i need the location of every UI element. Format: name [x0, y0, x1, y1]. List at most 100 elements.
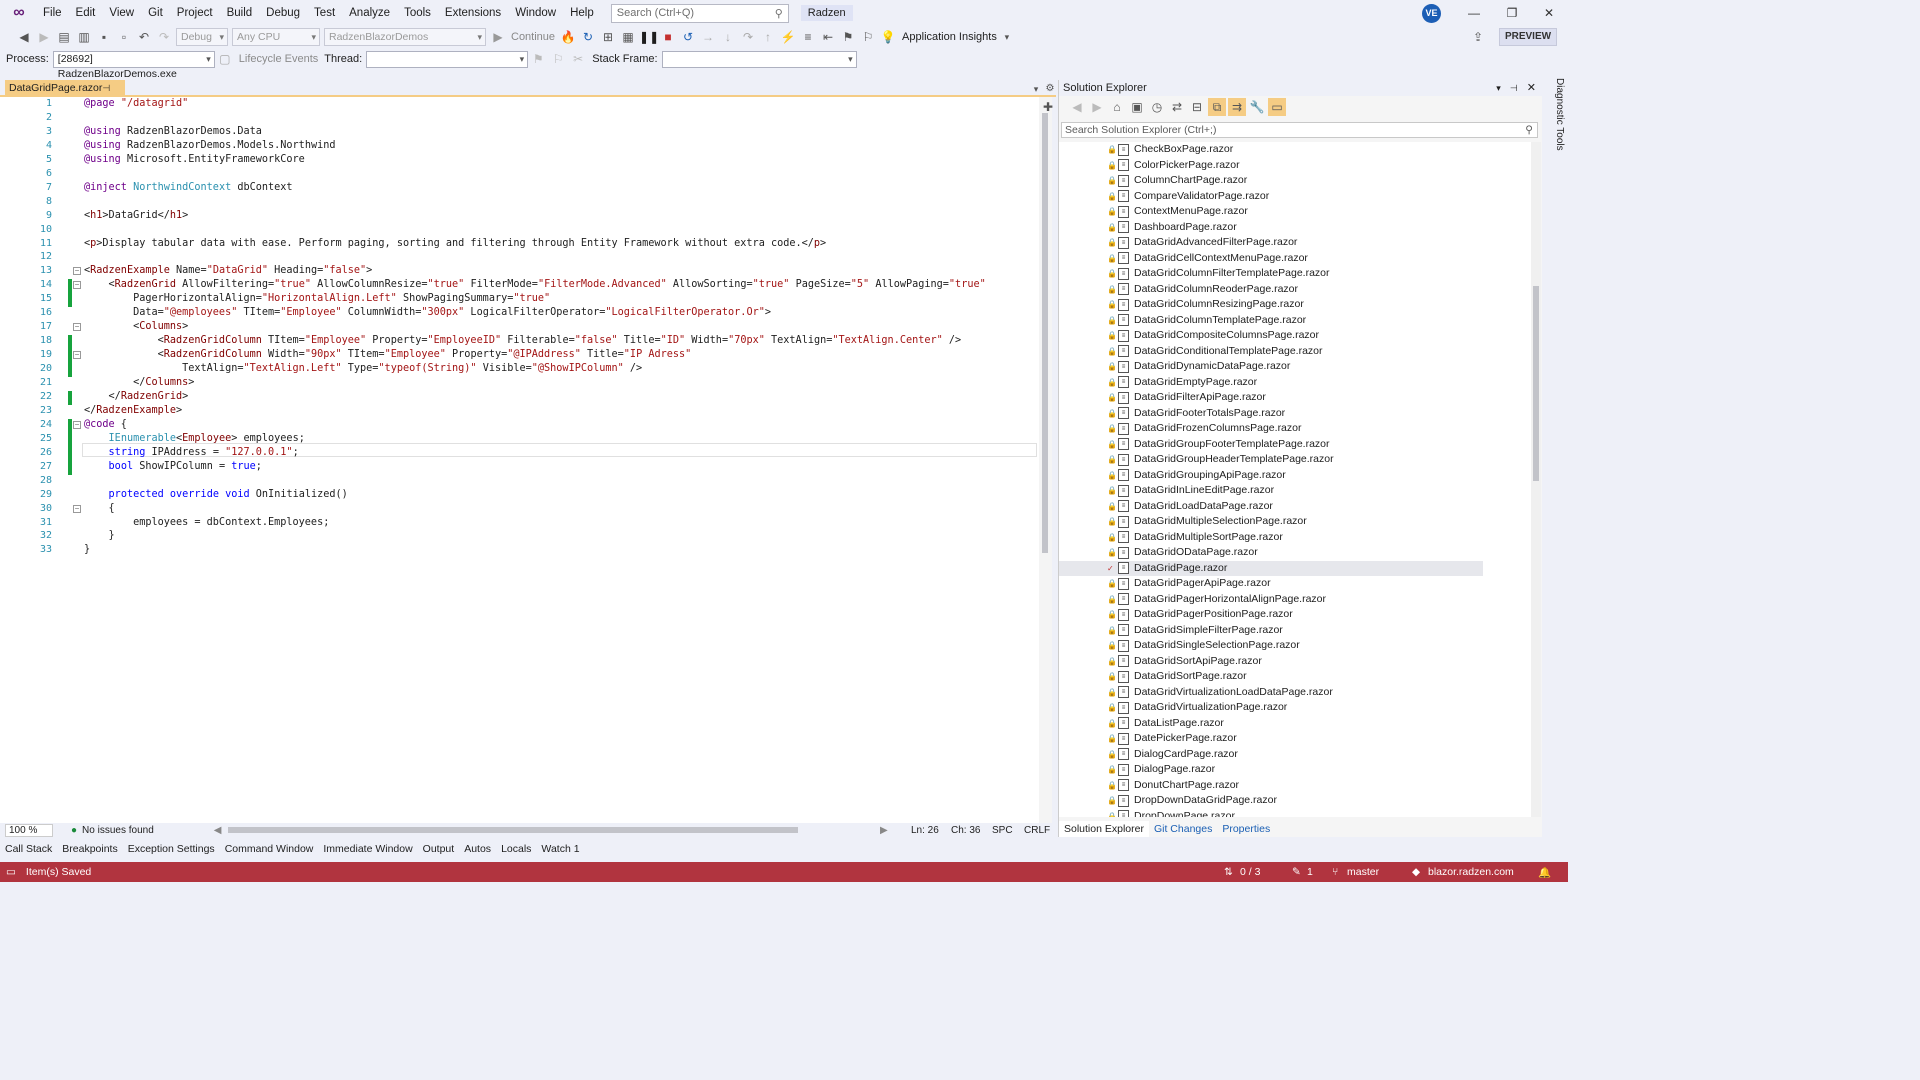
continue-button[interactable]: Continue: [511, 31, 555, 43]
tab-command-window[interactable]: Command Window: [220, 840, 319, 858]
file-item[interactable]: 🔒 ≡ DataGridODataPage.razor: [1107, 545, 1258, 561]
file-item[interactable]: 🔒 ≡ DataGridLoadDataPage.razor: [1107, 499, 1273, 515]
file-item[interactable]: 🔒 ≡ DataGridMultipleSortPage.razor: [1107, 530, 1283, 546]
refresh-icon[interactable]: ↻: [579, 28, 597, 46]
branch-name[interactable]: master: [1347, 866, 1379, 878]
code-line[interactable]: @inject NorthwindContext dbContext: [84, 181, 293, 195]
menu-item-tools[interactable]: Tools: [397, 0, 438, 26]
code-line[interactable]: PagerHorizontalAlign="HorizontalAlign.Le…: [84, 292, 550, 306]
menu-item-build[interactable]: Build: [220, 0, 260, 26]
show-all-files-icon[interactable]: ⧉: [1208, 98, 1226, 116]
back-icon[interactable]: ◀: [1068, 98, 1086, 116]
code-line[interactable]: }: [84, 543, 90, 557]
file-item[interactable]: 🔒 ≡ DataGridSortApiPage.razor: [1107, 654, 1262, 670]
save-all-icon[interactable]: ▫: [115, 28, 133, 46]
file-item[interactable]: 🔒 ≡ DataGridSortPage.razor: [1107, 669, 1247, 685]
browser-link-icon[interactable]: ⊞: [599, 28, 617, 46]
file-item[interactable]: 🔒 ≡ DashboardPage.razor: [1107, 220, 1237, 236]
split-editor-icon[interactable]: ✚: [1039, 98, 1057, 116]
redo-icon[interactable]: ↷: [155, 28, 173, 46]
code-line[interactable]: string IPAddress = "127.0.0.1";: [84, 446, 299, 460]
file-item[interactable]: 🔒 ≡ DataGridColumnFilterTemplatePage.razor: [1107, 266, 1330, 282]
file-item[interactable]: 🔒 ≡ DataListPage.razor: [1107, 716, 1224, 732]
code-line[interactable]: <Columns>: [84, 320, 188, 334]
view-code-icon[interactable]: ▭: [1268, 98, 1286, 116]
dropdown-icon[interactable]: ▾: [1496, 83, 1501, 93]
tab-properties[interactable]: Properties: [1217, 821, 1275, 837]
file-item[interactable]: 🔒 ≡ DataGridCompositeColumnsPage.razor: [1107, 328, 1319, 344]
scrollbar-thumb[interactable]: [1533, 286, 1539, 481]
new-project-icon[interactable]: ▤: [55, 28, 73, 46]
collapse-all-icon[interactable]: ⊟: [1188, 98, 1206, 116]
file-item[interactable]: 🔒 ≡ CheckBoxPage.razor: [1107, 142, 1233, 158]
lifecycle-events-dropdown[interactable]: Lifecycle Events: [239, 53, 318, 65]
file-item[interactable]: 🔒 ≡ DataGridPagerHorizontalAlignPage.razor: [1107, 592, 1326, 608]
application-insights-button[interactable]: Application Insights: [902, 31, 997, 43]
issues-status[interactable]: No issues found: [82, 825, 154, 836]
code-line[interactable]: <RadzenGridColumn TItem="Employee" Prope…: [84, 334, 962, 348]
menu-item-test[interactable]: Test: [307, 0, 342, 26]
commits-indicator[interactable]: 0 / 3: [1240, 866, 1260, 878]
file-item[interactable]: 🔒 ≡ DataGridPagerPositionPage.razor: [1107, 607, 1293, 623]
code-line[interactable]: <RadzenExample Name="DataGrid" Heading="…: [84, 264, 372, 278]
code-line[interactable]: IEnumerable<Employee> employees;: [84, 432, 305, 446]
file-item[interactable]: 🔒 ≡ DataGridColumnReoderPage.razor: [1107, 282, 1298, 298]
performance-icon[interactable]: ⚡: [779, 28, 797, 46]
outdent-icon[interactable]: ⇤: [819, 28, 837, 46]
fold-toggle-icon[interactable]: −: [73, 267, 81, 276]
menu-item-file[interactable]: File: [36, 0, 69, 26]
pending-changes-icon[interactable]: ◷: [1148, 98, 1166, 116]
menu-item-extensions[interactable]: Extensions: [438, 0, 508, 26]
repo-icon[interactable]: ◆: [1412, 866, 1420, 878]
column-indicator[interactable]: Ch: 36: [951, 825, 980, 836]
undo-icon[interactable]: ↶: [135, 28, 153, 46]
flag-thread-icon[interactable]: ⚑: [529, 50, 547, 68]
restore-icon[interactable]: ❐: [1493, 0, 1531, 26]
tab-breakpoints[interactable]: Breakpoints: [57, 840, 122, 858]
code-line[interactable]: TextAlign="TextAlign.Left" Type="typeof(…: [84, 362, 642, 376]
tab-locals[interactable]: Locals: [496, 840, 536, 858]
menu-item-view[interactable]: View: [102, 0, 141, 26]
step-into-icon[interactable]: ↓: [719, 28, 737, 46]
branch-icon[interactable]: ⑂: [1332, 866, 1338, 878]
file-item[interactable]: 🔒 ≡ ContextMenuPage.razor: [1107, 204, 1248, 220]
file-item[interactable]: ✓ ≡ DataGridPage.razor: [1059, 560, 1483, 576]
menu-item-window[interactable]: Window: [508, 0, 563, 26]
line-indicator[interactable]: Ln: 26: [911, 825, 939, 836]
file-item[interactable]: 🔒 ≡ DropDownPage.razor: [1107, 809, 1235, 817]
whitespace-indicator[interactable]: SPC: [992, 825, 1013, 836]
menu-item-help[interactable]: Help: [563, 0, 601, 26]
tab-immediate-window[interactable]: Immediate Window: [318, 840, 417, 858]
editor-settings-icon[interactable]: ⚙: [1041, 80, 1059, 98]
minimize-icon[interactable]: —: [1455, 0, 1493, 26]
file-item[interactable]: 🔒 ≡ DataGridEmptyPage.razor: [1107, 375, 1257, 391]
process-dropdown[interactable]: [28692] RadzenBlazorDemos.exe: [52, 50, 215, 80]
thread-dropdown[interactable]: [366, 50, 529, 68]
file-item[interactable]: 🔒 ≡ ColumnChartPage.razor: [1107, 173, 1247, 189]
menu-item-edit[interactable]: Edit: [69, 0, 103, 26]
tab-autos[interactable]: Autos: [459, 840, 496, 858]
code-line[interactable]: @using Microsoft.EntityFrameworkCore: [84, 153, 305, 167]
file-item[interactable]: 🔒 ≡ DataGridAdvancedFilterPage.razor: [1107, 235, 1297, 251]
pending-changes-count[interactable]: 1: [1307, 866, 1313, 878]
pin-icon[interactable]: ⊣: [1510, 83, 1518, 93]
file-item[interactable]: 🔒 ≡ DataGridPagerApiPage.razor: [1107, 576, 1271, 592]
file-item[interactable]: 🔒 ≡ DropDownDataGridPage.razor: [1107, 793, 1277, 809]
close-icon[interactable]: ✕: [1530, 0, 1568, 26]
code-line[interactable]: <h1>DataGrid</h1>: [84, 209, 188, 223]
platform-dropdown[interactable]: Any CPU: [232, 28, 320, 46]
step-out-icon[interactable]: ↑: [759, 28, 777, 46]
sync-icon[interactable]: ⇄: [1168, 98, 1186, 116]
solution-explorer-search-input[interactable]: Search Solution Explorer (Ctrl+;) ⚲: [1061, 122, 1538, 138]
fold-toggle-icon[interactable]: −: [73, 323, 81, 332]
fold-toggle-icon[interactable]: −: [73, 351, 81, 360]
code-line[interactable]: <RadzenGrid AllowFiltering="true" AllowC…: [84, 278, 986, 292]
prev-bookmark-icon[interactable]: ⚐: [859, 28, 877, 46]
open-icon[interactable]: ▥: [75, 28, 93, 46]
file-item[interactable]: 🔒 ≡ DataGridFilterApiPage.razor: [1107, 390, 1266, 406]
code-line[interactable]: @page "/datagrid": [84, 97, 188, 111]
forward-icon[interactable]: ▶: [35, 28, 53, 46]
file-item[interactable]: 🔒 ≡ DataGridConditionalTemplatePage.razor: [1107, 344, 1323, 360]
code-line[interactable]: @using RadzenBlazorDemos.Models.Northwin…: [84, 139, 335, 153]
code-line[interactable]: </RadzenGrid>: [84, 390, 189, 404]
